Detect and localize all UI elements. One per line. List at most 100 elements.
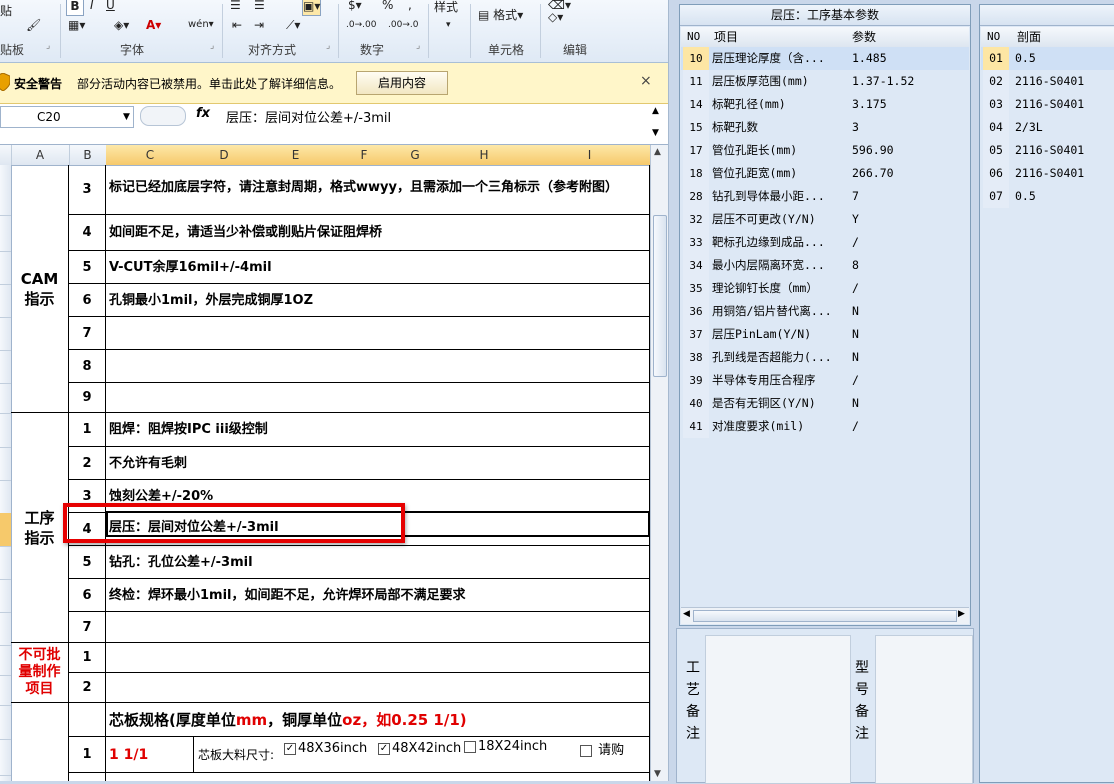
process-note-field[interactable] [705, 635, 851, 784]
row-header[interactable] [0, 675, 11, 706]
border-icon[interactable]: ▦▾ [68, 16, 85, 34]
row-header[interactable] [0, 165, 11, 216]
chevron-up-icon[interactable]: ▲ [652, 106, 659, 116]
table-row[interactable]: 07 0.5 [981, 185, 1114, 208]
column-header[interactable]: C [106, 145, 195, 165]
scroll-up-icon[interactable]: ▲ [654, 147, 661, 157]
row-number-cell[interactable]: 8 [69, 350, 106, 383]
instruction-cell[interactable]: 如间距不足，请适当少补偿或削贴片保证阻焊桥 [106, 215, 650, 251]
row-header[interactable] [0, 705, 11, 740]
empty-cell[interactable] [69, 703, 106, 737]
table-row[interactable]: 01 0.5 [981, 47, 1114, 70]
table-row[interactable]: 06 2116-S0401 [981, 162, 1114, 185]
model-note-field[interactable] [875, 635, 973, 784]
format-painter-icon[interactable]: 🖌 [26, 16, 41, 34]
table-row[interactable]: 18 管位孔距宽(mm) 266.70 [681, 162, 969, 185]
table-row[interactable]: 34 最小内层隔离环宽... 8 [681, 254, 969, 277]
indent-decrease-icon[interactable]: ⇤ [232, 16, 242, 34]
comma-icon[interactable]: , [408, 0, 412, 14]
instruction-cell[interactable] [106, 673, 650, 703]
dialog-launcher-icon[interactable]: ⌟ [416, 41, 420, 51]
decrease-decimal-icon[interactable]: .00→.0 [388, 16, 418, 34]
row-header[interactable] [0, 645, 11, 676]
instruction-cell[interactable]: V-CUT余厚16mil+/-4mil [106, 251, 650, 284]
table-row[interactable]: 14 标靶孔径(mm) 3.175 [681, 93, 969, 116]
column-header[interactable]: D [194, 145, 255, 165]
row-header[interactable] [0, 251, 11, 285]
security-warning-bar[interactable]: 安全警告 部分活动内容已被禁用。单击此处了解详细信息。 启用内容 × [0, 63, 668, 104]
vertical-scrollbar[interactable]: ▲ ▼ [650, 145, 668, 781]
phonetic-icon[interactable]: wén▾ [188, 16, 214, 34]
table-row[interactable]: 03 2116-S0401 [981, 93, 1114, 116]
column-header[interactable]: H [439, 145, 530, 165]
fill-color-icon[interactable]: ◈▾ [114, 16, 129, 34]
table-row[interactable]: 39 半导体专用压合程序 / [681, 369, 969, 392]
table-row[interactable]: 33 靶标孔边缘到成品... / [681, 231, 969, 254]
row-header[interactable] [0, 284, 11, 318]
row-header[interactable] [0, 317, 11, 351]
instruction-cell[interactable]: 阻焊：阻焊按IPC iii级控制 [106, 413, 650, 447]
checkbox-icon[interactable] [464, 740, 476, 753]
align-center-icon[interactable]: ☰ [254, 0, 265, 14]
table-row[interactable]: 41 对准度要求(mil) / [681, 415, 969, 438]
table-row[interactable]: 04 2/3L [981, 116, 1114, 139]
eraser-icon[interactable]: ◇▾ [548, 8, 563, 26]
column-header-no[interactable]: NO [987, 27, 1000, 47]
styles-button[interactable]: 样式 [434, 0, 458, 16]
core-spec-title[interactable]: 芯板规格(厚度单位mm，铜厚单位oz，如0.25 1/1) [106, 703, 650, 737]
row-header[interactable] [0, 413, 11, 448]
table-row[interactable]: 38 孔到线是否超能力(... N [681, 346, 969, 369]
row-number-cell[interactable]: 1 [69, 643, 106, 673]
row-number-cell[interactable]: 5 [69, 546, 106, 579]
core-spec-value-cell[interactable]: 1 1/1 [106, 737, 194, 773]
row-header[interactable] [0, 447, 11, 481]
purchase-option[interactable]: 请购 [580, 737, 624, 767]
table-row[interactable]: 15 标靶孔数 3 [681, 116, 969, 139]
table-row[interactable]: 28 钻孔到导体最小距... 7 [681, 185, 969, 208]
close-icon[interactable]: × [640, 73, 652, 89]
row-number-cell[interactable]: 4 [69, 215, 106, 251]
instruction-cell[interactable] [106, 643, 650, 673]
row-header[interactable] [0, 612, 11, 646]
row-header[interactable] [0, 383, 11, 414]
table-row[interactable]: 40 是否有无铜区(Y/N) N [681, 392, 969, 415]
row-number-cell[interactable]: 9 [69, 383, 106, 413]
dialog-launcher-icon[interactable]: ⌟ [210, 41, 214, 51]
row-header[interactable] [0, 546, 11, 580]
formula-bar-splitter[interactable] [140, 106, 186, 126]
table-row[interactable]: 05 2116-S0401 [981, 139, 1114, 162]
size-option-48x36[interactable]: ✓ 48X36inch [284, 737, 367, 765]
column-header[interactable]: A [11, 145, 70, 165]
scroll-right-icon[interactable]: ▶ [958, 609, 965, 619]
column-header[interactable]: G [391, 145, 440, 165]
size-option-18x24[interactable]: 18X24inch [464, 737, 547, 763]
row-header[interactable] [0, 739, 11, 776]
merge-icon[interactable]: ▣▾ [302, 0, 322, 16]
row-number-cell[interactable]: 6 [69, 579, 106, 612]
table-row[interactable]: 32 层压不可更改(Y/N) Y [681, 208, 969, 231]
row-number-cell[interactable]: 2 [69, 447, 106, 480]
table-row[interactable]: 36 用铜箔/铝片替代离... N [681, 300, 969, 323]
column-header[interactable]: I [529, 145, 650, 165]
row-number-cell[interactable]: 1 [69, 413, 106, 447]
enable-content-button[interactable]: 启用内容 [356, 71, 448, 95]
row-number-cell[interactable]: 7 [69, 317, 106, 350]
dialog-launcher-icon[interactable]: ⌟ [46, 41, 50, 51]
orientation-icon[interactable]: ⟋▾ [286, 16, 300, 34]
row-number-cell[interactable]: 1 [69, 737, 106, 773]
empty-cell[interactable] [69, 773, 106, 781]
currency-icon[interactable]: $▾ [348, 0, 362, 14]
bold-button[interactable]: B [66, 0, 84, 16]
chevron-down-icon[interactable]: ▼ [652, 128, 659, 138]
checkbox-checked-icon[interactable]: ✓ [284, 742, 296, 755]
font-color-icon[interactable]: A▾ [146, 16, 161, 34]
table-row[interactable]: 17 管位孔距长(mm) 596.90 [681, 139, 969, 162]
chevron-down-icon[interactable]: ▼ [123, 107, 130, 127]
scrollbar-thumb[interactable] [653, 215, 667, 377]
table-row[interactable]: 37 层压PinLam(Y/N) N [681, 323, 969, 346]
row-number-cell[interactable]: 5 [69, 251, 106, 284]
name-box[interactable]: C20 ▼ [0, 106, 134, 128]
empty-cell[interactable] [106, 773, 650, 781]
indent-increase-icon[interactable]: ⇥ [254, 16, 264, 34]
styles-dropdown-icon[interactable]: ▾ [446, 16, 451, 34]
